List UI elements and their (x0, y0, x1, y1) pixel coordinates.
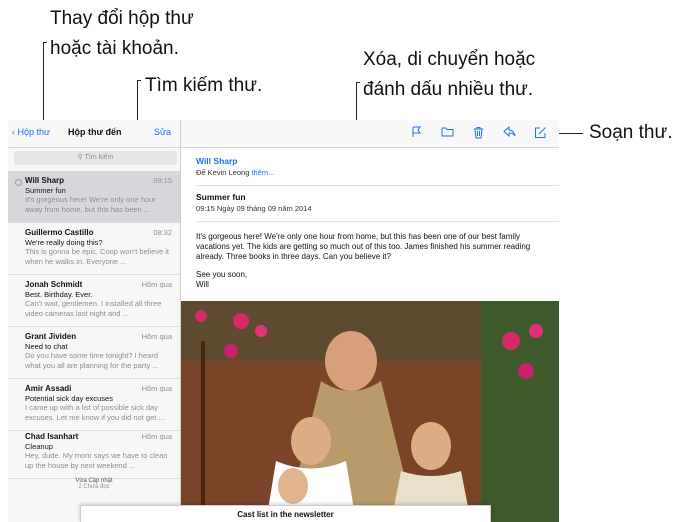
folder-icon[interactable] (439, 126, 455, 140)
search-field[interactable]: ⚲ Tìm kiếm (14, 151, 177, 165)
message-body: It's gorgeous here! We're only one hour … (196, 232, 531, 289)
unread-dot-icon (15, 179, 22, 186)
message-item[interactable]: Will Sharp 09:15 Summer fun It's gorgeou… (8, 171, 180, 223)
trash-icon[interactable] (470, 126, 486, 140)
message-list-pane: ‹ Hộp thư Hộp thư đến Sửa ⚲ Tìm kiếm Wil… (8, 120, 181, 522)
inbox-title: Hộp thư đến (68, 127, 122, 137)
family-photo (181, 301, 559, 522)
more-link[interactable]: thêm... (251, 168, 274, 177)
message-item[interactable]: Amir Assadi Hôm qua Potential sick day e… (8, 379, 180, 431)
message-item[interactable]: Chad Isanhart Hôm qua Cleanup Hey, dude.… (8, 427, 180, 479)
message-subject: Summer fun 09:15 Ngày 09 tháng 09 năm 20… (196, 192, 312, 213)
list-navbar: ‹ Hộp thư Hộp thư đến Sửa (8, 120, 180, 148)
message-item[interactable]: Guillermo Castillo 08:32 We're really do… (8, 223, 180, 275)
draft-sheet[interactable]: Cast list in the newsletter (80, 505, 491, 522)
callout-switch-mailbox: Thay đổi hộp thư hoặc tài khoản. (50, 8, 194, 59)
recipient-line: Đế Kevin Leong thêm... (196, 168, 275, 177)
edit-button[interactable]: Sửa (154, 127, 171, 137)
flag-icon[interactable] (409, 126, 425, 140)
message-item[interactable]: Grant Jividen Hôm qua Need to chat Do yo… (8, 327, 180, 379)
mailboxes-back-button[interactable]: ‹ Hộp thư (12, 127, 50, 137)
callout-compose: Soạn thư. (589, 122, 673, 143)
list-status-footer: Vừa Cập nhật 2 Chưa đọc (75, 478, 113, 490)
callout-edit: Xóa, di chuyển hoặc đánh dấu nhiều thư. (363, 49, 536, 100)
message-header: Will Sharp Đế Kevin Leong thêm... (196, 156, 274, 177)
message-toolbar (181, 120, 559, 148)
search-placeholder: Tìm kiếm (84, 154, 114, 161)
reply-icon[interactable] (501, 125, 517, 140)
message-reader-pane: Will Sharp Đế Kevin Leong thêm... Summer… (181, 120, 559, 522)
mail-app: ‹ Hộp thư Hộp thư đến Sửa ⚲ Tìm kiếm Wil… (8, 120, 559, 522)
search-icon: ⚲ (77, 154, 83, 161)
message-item[interactable]: Jonah Schmidt Hôm qua Best. Birthday. Ev… (8, 275, 180, 327)
compose-icon[interactable] (532, 126, 548, 140)
callout-search: Tìm kiếm thư. (145, 75, 263, 96)
message-date: 09:15 Ngày 09 tháng 09 năm 2014 (196, 204, 312, 213)
sender-name[interactable]: Will Sharp (196, 156, 274, 166)
